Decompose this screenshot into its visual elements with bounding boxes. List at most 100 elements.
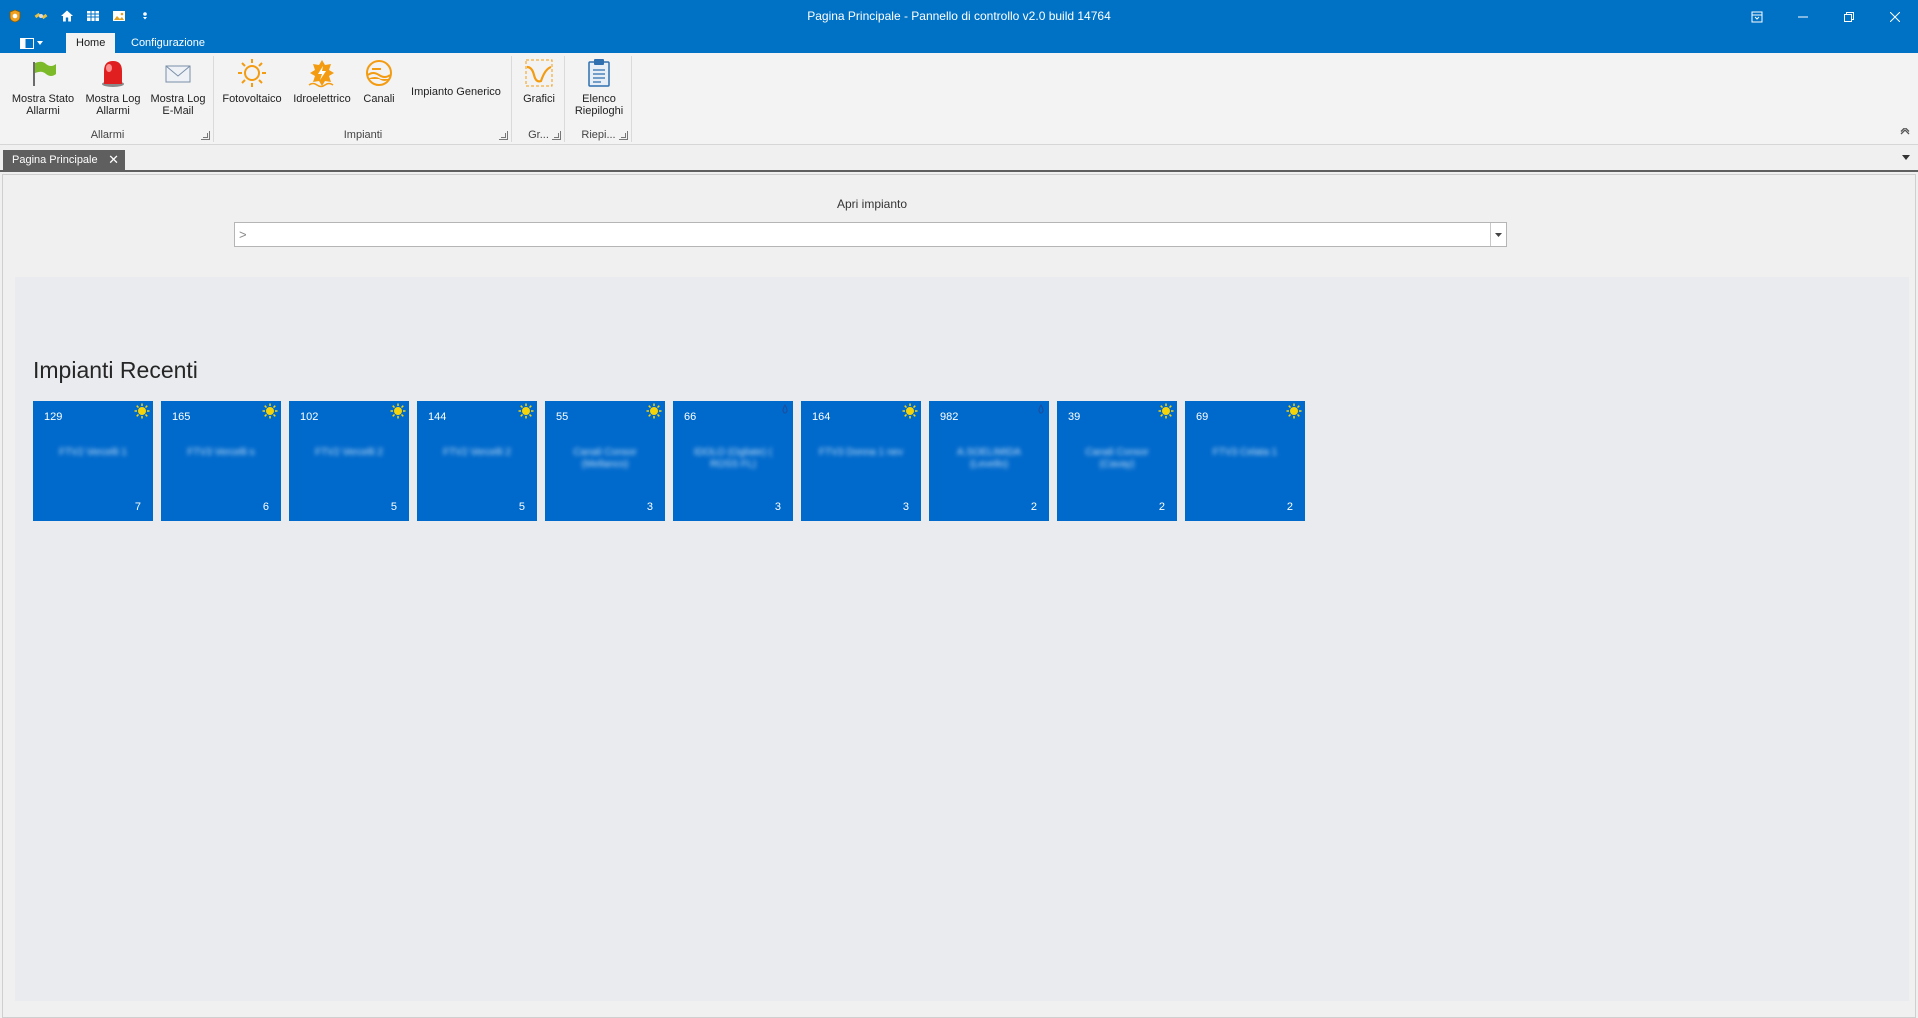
chevron-down-icon [36,41,43,45]
minimize-button[interactable] [1780,0,1826,33]
riepiloghi-dialog-launcher[interactable] [619,131,628,140]
app-menu-icon [19,37,34,49]
restore-dock-button[interactable] [1734,0,1780,33]
combo-prefix: > [239,227,247,242]
ribbon-group-grafici: Grafici Gr... [513,56,565,142]
recent-plants-tiles: 129 FTV2 Vercelli 1 7 165 FTV3 Vercelli s 6 10… [33,401,1305,521]
tile-plant-id: 144 [428,411,447,423]
tile-open-count: 2 [1030,501,1037,513]
restore-dock-icon [1751,11,1763,22]
tile-open-count: 6 [262,501,269,513]
chart-icon [522,56,556,90]
grafici-dialog-launcher[interactable] [552,131,561,140]
sun-icon [1286,403,1302,419]
ribbon-group-riepiloghi: Elenco Riepiloghi Riepi... [566,56,632,142]
recent-plant-tile[interactable]: 102 FTV2 Vercelli 2 5 [289,401,409,521]
maximize-button[interactable] [1826,0,1872,33]
tile-plant-id: 66 [684,411,697,423]
tile-open-count: 3 [902,501,909,513]
recent-plant-tile[interactable]: 129 FTV2 Vercelli 1 7 [33,401,153,521]
sun-icon [1158,403,1174,419]
tile-plant-name: FTV2 Vercelli 1 [59,447,127,458]
channel-icon [362,56,396,90]
charts-button[interactable]: Grafici [515,56,563,105]
tile-plant-id: 69 [1196,411,1209,423]
allarmi-dialog-launcher[interactable] [201,131,210,140]
tile-plant-id: 102 [300,411,319,423]
show-alarm-log-button[interactable]: Mostra Log Allarmi [80,56,146,117]
recent-plant-tile[interactable]: 164 FTV3 Donna 1 nev 3 [801,401,921,521]
sun-icon [235,56,269,90]
doc-tab-pagina-principale[interactable]: Pagina Principale ✕ [3,150,125,170]
group-label-allarmi: Allarmi [90,129,125,141]
tile-plant-name: FTV3 Vercelli s [187,447,255,458]
close-icon [1890,11,1900,22]
sun-icon [902,403,918,419]
alarm-siren-icon [96,56,130,90]
chevron-up-icon [1900,126,1910,135]
recent-plant-tile[interactable]: 165 FTV3 Vercelli s 6 [161,401,281,521]
restore-icon [1844,11,1854,22]
summaries-list-button[interactable]: Elenco Riepiloghi [568,56,630,117]
tile-plant-id: 982 [940,411,959,423]
tile-plant-name: FTV2 Vercelli 2 [443,447,511,458]
generic-plant-button[interactable]: Impianto Generico [405,86,507,98]
recent-plants-title: Impianti Recenti [33,357,198,383]
tile-open-count: 3 [646,501,653,513]
tile-plant-name: FTV2 Vercelli 2 [315,447,383,458]
collapse-ribbon-button[interactable] [1900,126,1910,138]
photovoltaic-button[interactable]: Fotovoltaico [217,56,287,105]
sun-icon [518,403,534,419]
show-email-log-button[interactable]: Mostra Log E-Mail [146,56,210,117]
tab-home[interactable]: Home [66,33,116,53]
tile-plant-name: Canali Consor (Mellanco) [573,447,637,470]
recent-plant-tile[interactable]: 982 A.SOELIMIDA (Levello) 2 [929,401,1049,521]
water-drop-icon [1038,403,1044,414]
sun-icon [646,403,662,419]
tile-plant-id: 164 [812,411,831,423]
document-tab-strip: Pagina Principale ✕ [0,146,1918,172]
recent-plant-tile[interactable]: 39 Canali Consor (Cavay) 2 [1057,401,1177,521]
app-menu-button[interactable] [13,35,49,51]
tile-plant-name: A.SOELIMIDA (Levello) [957,447,1021,470]
sun-icon [390,403,406,419]
tab-list-dropdown[interactable] [1902,152,1910,162]
recent-plants-panel: Impianti Recenti 129 FTV2 Vercelli 1 7 165 F… [15,277,1909,1001]
chevron-down-icon [1495,232,1502,237]
tile-open-count: 5 [518,501,525,513]
tab-configurazione[interactable]: Configurazione [121,33,215,53]
clipboard-icon [582,56,616,90]
tile-open-count: 2 [1286,501,1293,513]
recent-plant-tile[interactable]: 55 Canali Consor (Mellanco) 3 [545,401,665,521]
ribbon-group-impianti: Fotovoltaico Idroelettrico Canali Impian… [215,56,512,142]
sun-icon [262,403,278,419]
recent-plant-tile[interactable]: 69 FTV3 Celata 1 2 [1185,401,1305,521]
main-content: Apri impianto > Impianti Recenti 129 FTV2… [2,174,1916,1018]
doc-tab-label: Pagina Principale [12,154,98,166]
sun-icon [134,403,150,419]
title-bar: Pagina Principale - Pannello di controll… [0,0,1918,33]
envelope-icon [161,56,195,90]
group-label-impianti: Impianti [343,129,383,141]
show-alarm-status-button[interactable]: Mostra Stato Allarmi [6,56,80,117]
open-plant-combo[interactable]: > [234,222,1507,247]
hydroelectric-button[interactable]: Idroelettrico [287,56,357,105]
tile-open-count: 7 [134,501,141,513]
recent-plant-tile[interactable]: 66 IDOLO (Ogliate) ( ROSS FL) 3 [673,401,793,521]
open-plant-label: Apri impianto [836,197,908,211]
hydro-icon [305,56,339,90]
window-title: Pagina Principale - Pannello di controll… [807,9,1111,23]
close-button[interactable] [1872,0,1918,33]
minimize-icon [1798,16,1808,17]
ribbon-panel: Mostra Stato Allarmi Mostra Log Allarmi … [0,53,1918,145]
combo-dropdown-button[interactable] [1490,223,1506,246]
tile-plant-id: 129 [44,411,63,423]
recent-plant-tile[interactable]: 144 FTV2 Vercelli 2 5 [417,401,537,521]
tile-open-count: 5 [390,501,397,513]
impianti-dialog-launcher[interactable] [499,131,508,140]
tile-plant-name: FTV3 Celata 1 [1212,447,1278,458]
chevron-down-icon [1902,155,1910,160]
close-tab-icon[interactable]: ✕ [108,150,119,170]
channels-button[interactable]: Canali [357,56,401,105]
tile-plant-id: 55 [556,411,569,423]
